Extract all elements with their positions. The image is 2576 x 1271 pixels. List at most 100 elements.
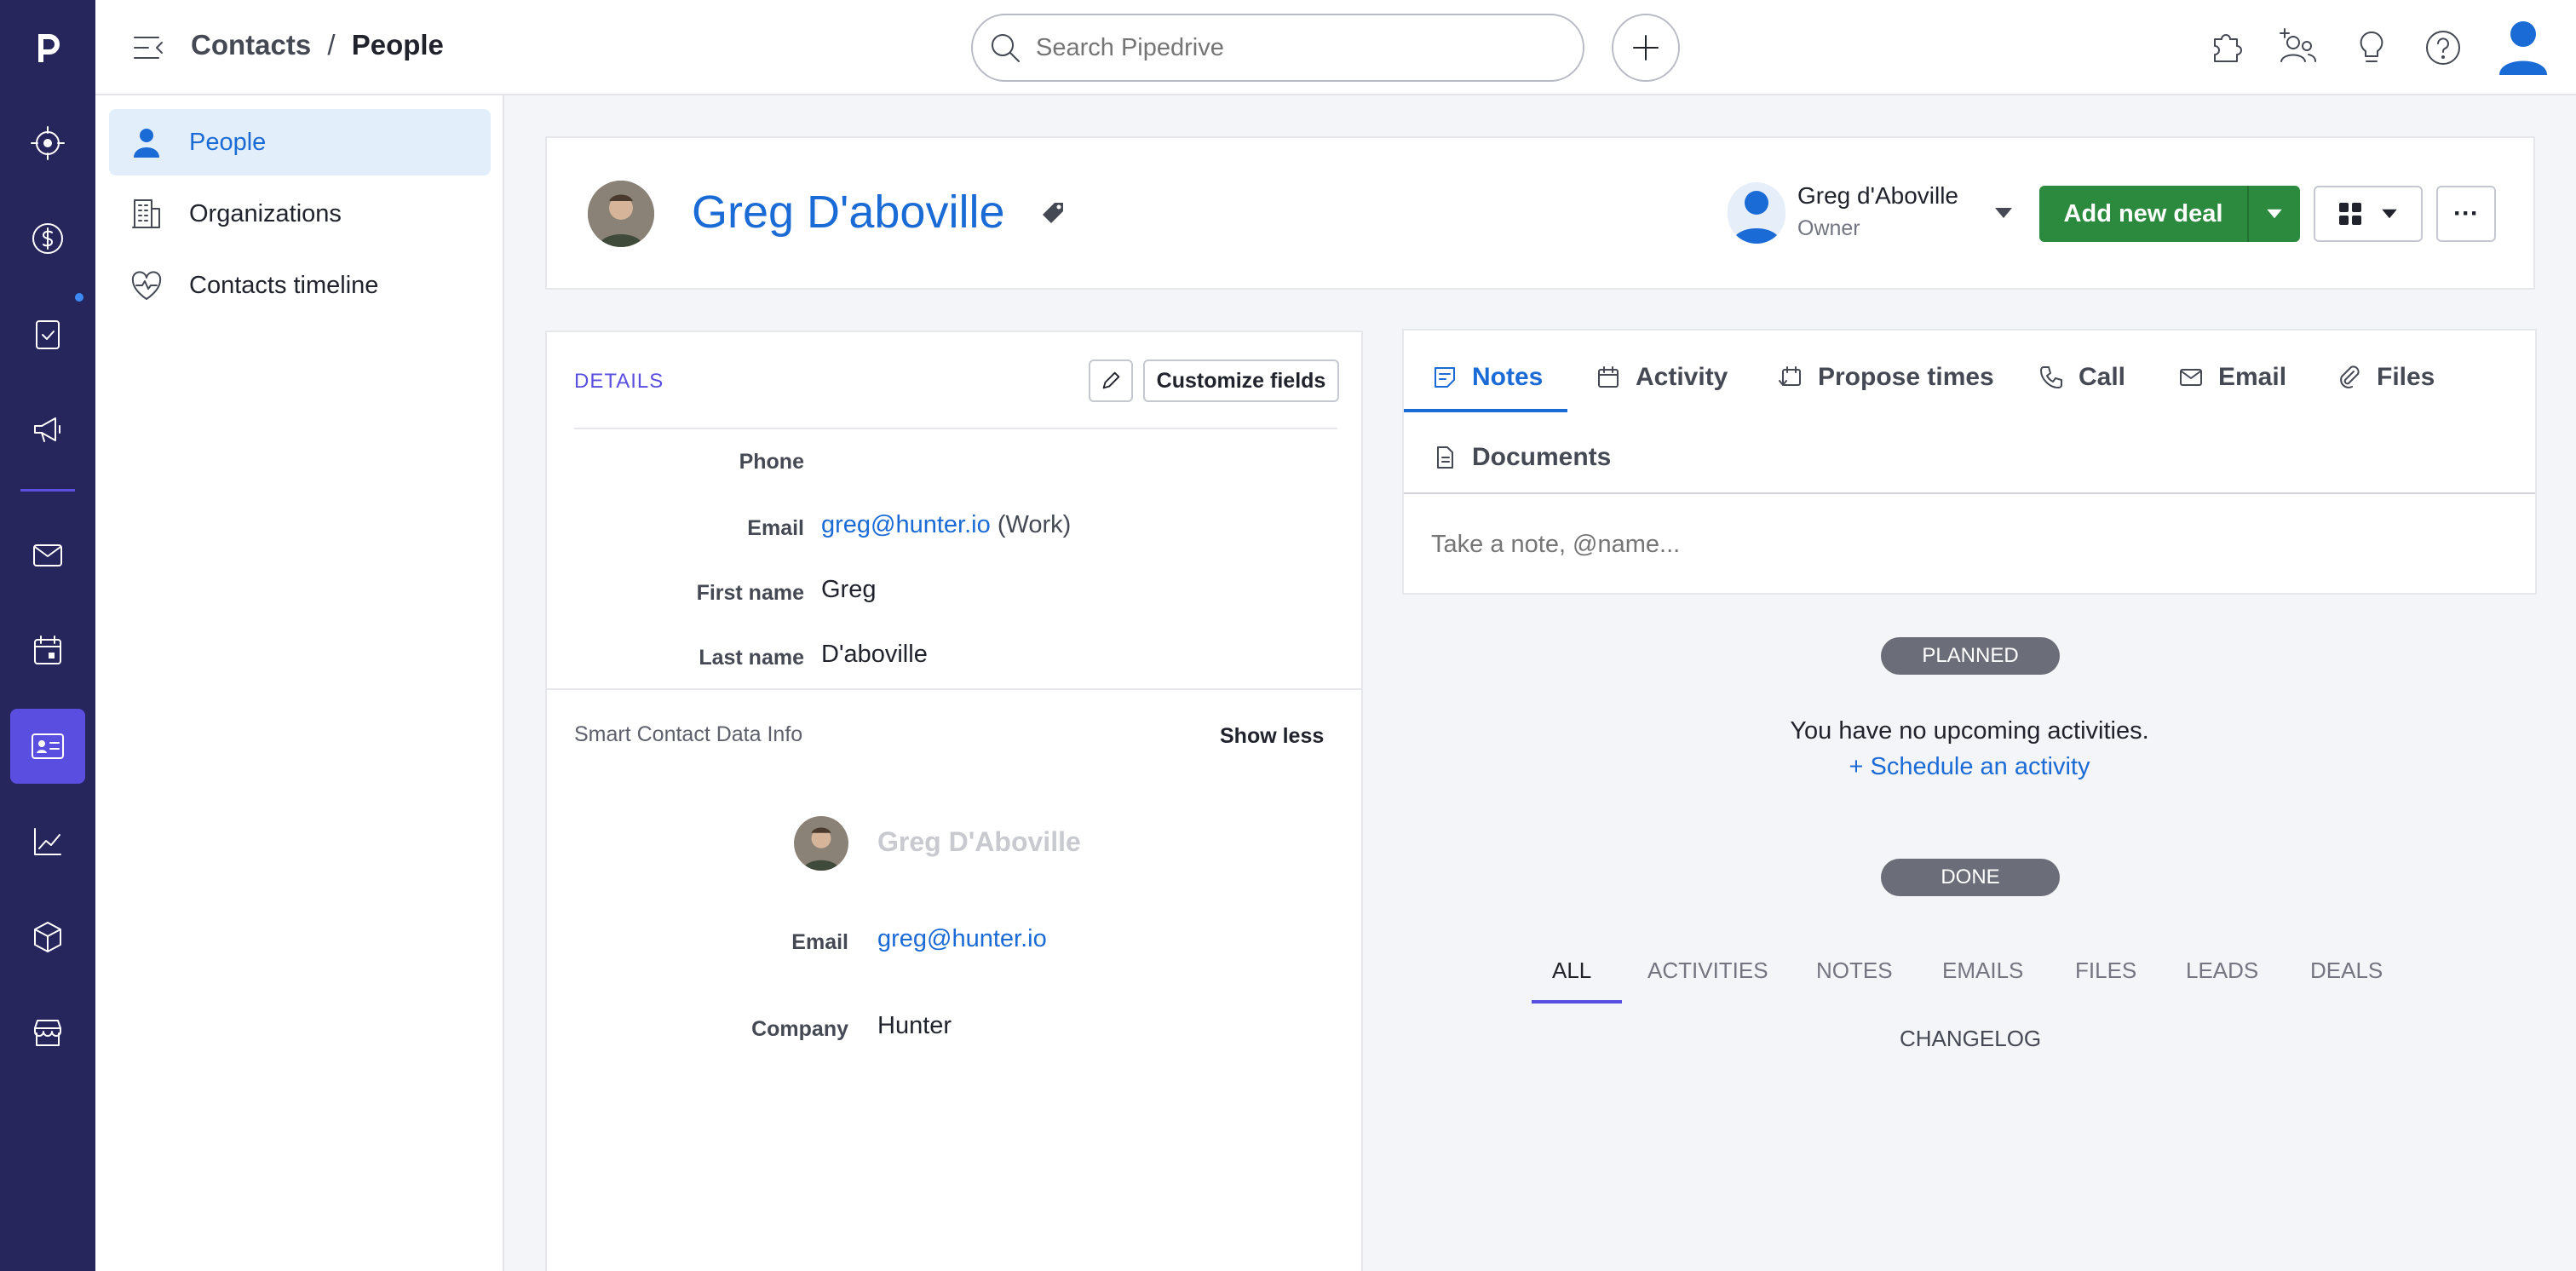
rail-calendar[interactable]	[10, 613, 85, 688]
add-new-deal-button[interactable]: Add new deal	[2039, 186, 2249, 242]
calendar-sync-icon	[1779, 366, 1801, 386]
rail-deals[interactable]	[10, 201, 85, 276]
extensions-button[interactable]	[2205, 26, 2249, 70]
activity-composer: Notes Activity Propose times Call Email …	[1402, 329, 2537, 595]
subnav-organizations[interactable]: Organizations	[109, 181, 491, 247]
details-heading: DETAILS	[574, 370, 664, 393]
history-tab-leads[interactable]: LEADS	[2186, 958, 2258, 984]
search-input[interactable]	[1036, 33, 1547, 62]
labels-button[interactable]	[1038, 198, 1068, 228]
subnav-contacts-timeline[interactable]: Contacts timeline	[109, 252, 491, 319]
mail-icon	[33, 544, 62, 566]
planned-pill: PLANNED	[1881, 637, 2060, 675]
lightbulb-icon	[2360, 31, 2383, 62]
rail-products[interactable]	[10, 900, 85, 975]
app-navigation-rail	[0, 0, 95, 1271]
tab-activity[interactable]: Activity	[1595, 356, 1728, 399]
history-tab-changelog[interactable]: CHANGELOG	[1900, 1026, 2041, 1052]
target-icon	[31, 126, 65, 160]
puzzle-icon	[2214, 34, 2242, 62]
help-button[interactable]	[2421, 26, 2465, 70]
breadcrumb: Contacts / People	[191, 29, 444, 61]
note-icon	[1435, 367, 1455, 388]
history-tab-notes[interactable]: NOTES	[1816, 958, 1893, 984]
owner-dropdown[interactable]	[1993, 206, 2014, 220]
tab-notes[interactable]: Notes	[1431, 356, 1543, 399]
view-switcher-button[interactable]	[2314, 186, 2423, 242]
invite-users-button[interactable]	[2274, 24, 2322, 72]
rail-leads[interactable]	[10, 106, 85, 181]
search-box[interactable]	[971, 14, 1584, 82]
smart-contact-title: Smart Contact Data Info	[574, 722, 803, 746]
breadcrumb-current: People	[351, 29, 444, 60]
history-tab-emails[interactable]: EMAILS	[1942, 958, 2023, 984]
tab-label: Email	[2218, 363, 2287, 391]
show-less-button[interactable]: Show less	[1220, 724, 1324, 749]
plus-icon	[1633, 35, 1659, 60]
person-avatar[interactable]	[588, 181, 654, 247]
document-icon	[1437, 446, 1453, 469]
tab-call[interactable]: Call	[2038, 356, 2125, 399]
email-link[interactable]: greg@hunter.io	[821, 511, 991, 538]
caret-down-icon	[1995, 208, 2012, 218]
history-tab-files[interactable]: FILES	[2075, 958, 2136, 984]
caret-down-icon	[2267, 209, 2282, 219]
breadcrumb-contacts[interactable]: Contacts	[191, 29, 311, 60]
smart-name: Greg D'Aboville	[877, 826, 1081, 857]
calendar-icon	[1598, 366, 1619, 388]
subnav-label: People	[189, 128, 267, 156]
note-input[interactable]	[1431, 523, 2504, 566]
history-tab-all[interactable]: ALL	[1552, 958, 1591, 984]
phone-label: Phone	[739, 450, 804, 474]
tab-documents[interactable]: Documents	[1431, 436, 1611, 479]
composer-divider	[1404, 492, 2535, 494]
add-deal-options-button[interactable]	[2249, 186, 2300, 242]
grid-view-icon	[2339, 203, 2361, 225]
rail-contacts[interactable]	[10, 709, 85, 784]
collapse-menu-button[interactable]	[131, 32, 165, 63]
person-photo-icon	[588, 181, 654, 247]
owner-avatar-icon	[1733, 191, 1780, 244]
contacts-subnav: People Organizations Contacts timeline	[95, 95, 504, 1271]
pipedrive-logo-icon	[38, 34, 60, 62]
notification-dot	[75, 293, 83, 302]
person-name[interactable]: Greg D'aboville	[692, 186, 1004, 239]
email-value-row: greg@hunter.io (Work)	[821, 511, 1071, 539]
owner-name[interactable]: Greg d'Aboville	[1797, 182, 1958, 210]
tab-propose-times[interactable]: Propose times	[1777, 356, 1994, 399]
subnav-label: Organizations	[189, 199, 342, 227]
schedule-activity-link[interactable]: + Schedule an activity	[1402, 753, 2537, 781]
smart-email-link[interactable]: greg@hunter.io	[877, 925, 1047, 953]
edit-details-button[interactable]	[1089, 359, 1133, 402]
history-active-indicator	[1532, 1000, 1622, 1004]
rail-insights[interactable]	[10, 804, 85, 879]
phone-value[interactable]	[821, 441, 1332, 482]
tab-label: Propose times	[1818, 363, 1994, 391]
history-tab-deals[interactable]: DEALS	[2310, 958, 2383, 984]
subnav-people[interactable]: People	[109, 109, 491, 175]
rail-mail[interactable]	[10, 518, 85, 593]
tab-files[interactable]: Files	[2336, 356, 2435, 399]
done-pill: DONE	[1881, 859, 2060, 896]
rail-campaigns[interactable]	[10, 392, 85, 467]
last-name-label: Last name	[699, 646, 804, 670]
first-name-value[interactable]: Greg	[821, 576, 876, 604]
tips-button[interactable]	[2349, 26, 2394, 70]
smart-company-label: Company	[751, 1017, 848, 1041]
menu-collapse-icon	[134, 37, 163, 59]
quick-add-button[interactable]	[1612, 14, 1680, 82]
more-actions-button[interactable]: ···	[2436, 186, 2496, 242]
rail-activities[interactable]	[10, 296, 85, 371]
caret-down-icon	[2382, 209, 2397, 219]
history-tab-activities[interactable]: ACTIVITIES	[1647, 958, 1768, 984]
details-divider	[574, 428, 1337, 429]
smart-avatar	[794, 816, 848, 871]
last-name-value[interactable]: D'aboville	[821, 641, 928, 669]
pipedrive-logo[interactable]	[10, 10, 85, 85]
tab-email[interactable]: Email	[2177, 356, 2286, 399]
box-icon	[34, 922, 61, 952]
rail-marketplace[interactable]	[10, 995, 85, 1070]
profile-avatar[interactable]	[2496, 17, 2550, 77]
tag-icon	[1043, 203, 1063, 223]
customize-fields-button[interactable]: Customize fields	[1143, 359, 1339, 402]
